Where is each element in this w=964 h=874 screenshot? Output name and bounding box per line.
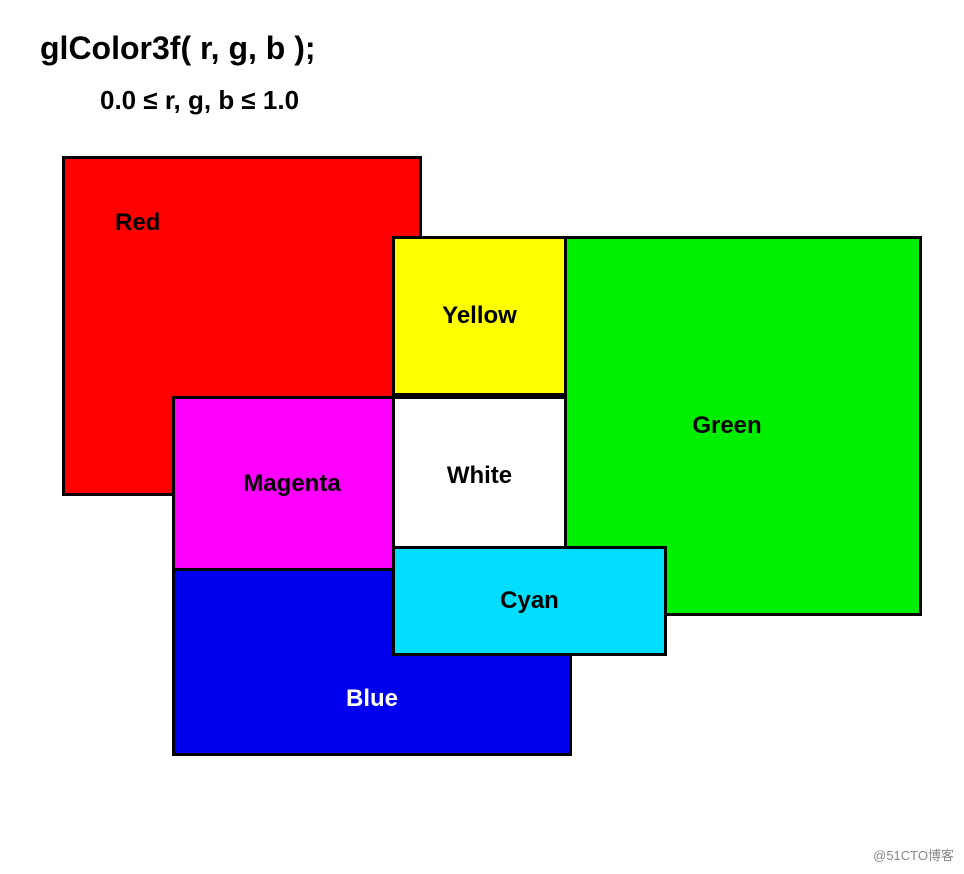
yellow-label: Yellow	[442, 302, 517, 330]
cyan-label: Cyan	[500, 587, 559, 615]
magenta-box: Magenta	[172, 396, 412, 571]
diagram-area: Red Green Yellow Magenta White Blue Cyan	[42, 156, 922, 776]
page-container: glColor3f( r, g, b ); 0.0 ≤ r, g, b ≤ 1.…	[0, 0, 964, 874]
yellow-box: Yellow	[392, 236, 567, 396]
blue-label: Blue	[346, 685, 398, 713]
page-subtitle: 0.0 ≤ r, g, b ≤ 1.0	[100, 85, 924, 116]
magenta-label: Magenta	[243, 470, 340, 498]
white-label: White	[447, 462, 512, 490]
green-label: Green	[692, 412, 761, 440]
watermark: @51CTO博客	[873, 845, 954, 864]
page-title: glColor3f( r, g, b );	[40, 30, 924, 67]
red-label: Red	[115, 209, 160, 237]
white-box: White	[392, 396, 567, 556]
cyan-box: Cyan	[392, 546, 667, 656]
